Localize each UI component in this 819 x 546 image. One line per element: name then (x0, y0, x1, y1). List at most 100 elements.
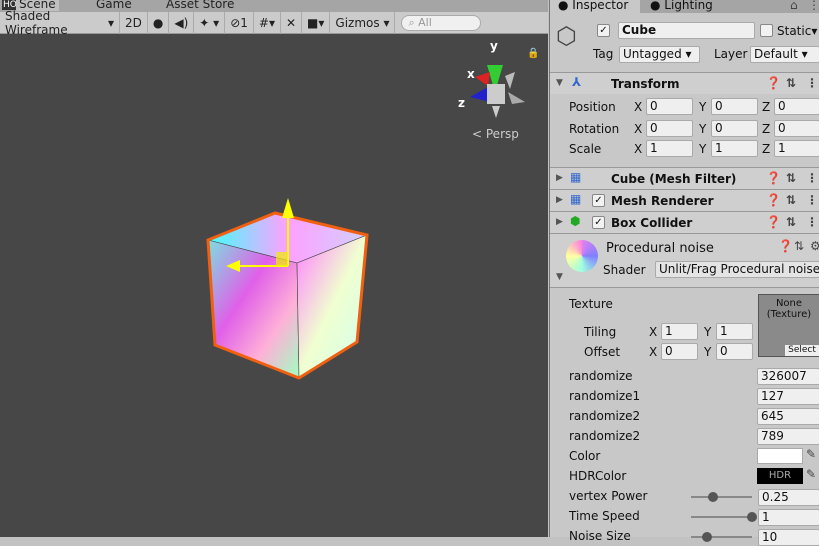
tag-dropdown[interactable]: Untagged ▾ (619, 46, 700, 63)
eyedropper-icon[interactable]: ✎ (806, 467, 816, 481)
shader-dropdown[interactable]: Unlit/Frag Procedural noise (655, 261, 819, 278)
preset-icon[interactable]: ⇅ (786, 171, 796, 185)
preset-icon[interactable]: ⇅ (794, 239, 804, 253)
color-label: Color (569, 449, 601, 463)
box-collider-header[interactable]: ▶ ⬢ ✓ Box Collider ❓ ⇅ ⋮ (550, 211, 819, 233)
more-icon[interactable]: ⋮ (806, 215, 818, 229)
offset-x-input[interactable]: 0 (661, 343, 698, 360)
tiling-y-input[interactable]: 1 (716, 323, 753, 340)
rotation-label: Rotation (569, 122, 620, 136)
position-z-input[interactable]: 0 (774, 98, 819, 115)
randomize2b-input[interactable]: 789 (757, 428, 819, 445)
scene-search-input[interactable]: ⌕ All (401, 14, 482, 31)
position-x-input[interactable]: 0 (646, 98, 693, 115)
2d-toggle[interactable]: 2D (120, 11, 148, 34)
static-checkbox[interactable] (760, 24, 773, 37)
static-dropdown[interactable]: Static▾ (777, 24, 817, 38)
grid-dropdown-icon[interactable]: #▾ (254, 11, 281, 34)
material-header[interactable]: ▼ Procedural noise ❓ ⇅ ⚙ Shader Unlit/Frag… (550, 233, 819, 288)
randomize1-input[interactable]: 127 (757, 388, 819, 405)
more-icon[interactable]: ⋮ (806, 193, 818, 207)
active-checkbox[interactable]: ✓ (597, 24, 610, 37)
scene-toolbar: Shaded Wireframe ▾ 2D ● ◀) ✦ ▾ ⊘ 1 #▾ ✕ ■▾… (0, 9, 548, 37)
randomize-label: randomize (569, 369, 633, 383)
static-label: Static (777, 24, 812, 38)
projection-toggle[interactable]: < Persp (472, 127, 519, 141)
shader-value: Unlit/Frag Procedural noise (659, 262, 819, 276)
texture-slot[interactable]: None (Texture) Select (758, 294, 819, 357)
randomize-input[interactable]: 326007 (757, 368, 819, 385)
tab-asset-store[interactable]: Asset Store (166, 0, 234, 11)
orientation-gizmo[interactable]: y x z 🔒 (458, 39, 539, 118)
slider-knob[interactable] (707, 492, 718, 502)
preset-icon[interactable]: ⇅ (786, 76, 796, 90)
help-icon[interactable]: ❓ (766, 171, 781, 185)
audio-toggle-icon[interactable]: ◀) (169, 11, 195, 34)
transform-header[interactable]: ▼ ⅄ Transform ❓ ⇅ ⋮ (550, 72, 819, 94)
effects-dropdown-icon[interactable]: ✦ ▾ (194, 11, 226, 34)
mesh-renderer-header[interactable]: ▶ ▦ ✓ Mesh Renderer ❓ ⇅ ⋮ (550, 189, 819, 211)
material-preview-icon (566, 240, 598, 272)
rotation-x-input[interactable]: 0 (646, 120, 693, 137)
help-icon[interactable]: ❓ (766, 76, 781, 90)
rotation-z-input[interactable]: 0 (774, 120, 819, 137)
hdr-color-swatch[interactable]: HDR (757, 468, 803, 484)
transform-icon: ⅄ (572, 75, 582, 89)
help-icon[interactable]: ❓ (766, 193, 781, 207)
hidden-count: 1 (240, 15, 248, 30)
scale-y-input[interactable]: 1 (711, 140, 758, 157)
slider-value-input[interactable]: 0.25 (758, 489, 819, 506)
tiling-x-input[interactable]: 1 (661, 323, 698, 340)
more-icon[interactable]: ⋮ (806, 171, 818, 185)
tab-inspector[interactable]: ● Inspector (550, 0, 640, 14)
slider-value-input[interactable]: 10 (758, 529, 819, 546)
hidden-objects-toggle[interactable]: ⊘ 1 (225, 11, 254, 34)
color-swatch[interactable] (757, 448, 803, 464)
position-y-input[interactable]: 0 (711, 98, 758, 115)
slider-knob[interactable] (747, 512, 757, 522)
preset-icon[interactable]: ⇅ (786, 215, 796, 229)
tab-lighting-label: Lighting (664, 0, 713, 12)
layer-dropdown[interactable]: Default ▾ (750, 46, 819, 63)
lighting-toggle-icon[interactable]: ● (148, 11, 170, 34)
mesh-renderer-checkbox[interactable]: ✓ (592, 194, 605, 207)
help-icon[interactable]: ❓ (778, 239, 793, 253)
box-collider-checkbox[interactable]: ✓ (592, 216, 605, 229)
slider-track[interactable] (691, 516, 752, 518)
draw-mode-dropdown[interactable]: Shaded Wireframe ▾ (0, 9, 120, 37)
position-row: Position X0 Y0 Z0 (550, 97, 819, 117)
gizmos-dropdown[interactable]: Gizmos ▾ (330, 11, 396, 34)
preset-icon[interactable]: ⇅ (786, 193, 796, 207)
scale-x-input[interactable]: 1 (646, 140, 693, 157)
slider-track[interactable] (691, 536, 752, 538)
slider-knob[interactable] (702, 532, 713, 542)
help-icon[interactable]: ❓ (766, 215, 781, 229)
lock-icon[interactable]: 🔒 (527, 47, 539, 59)
scale-row: Scale X1 Y1 Z1 (550, 139, 819, 159)
randomize2-input[interactable]: 645 (757, 408, 819, 425)
rotation-y-input[interactable]: 0 (711, 120, 758, 137)
lock-icon[interactable]: ⌂ (790, 0, 798, 12)
eyedropper-icon[interactable]: ✎ (806, 447, 816, 461)
x-axis-label: x (467, 67, 475, 81)
texture-select-button[interactable]: Select (785, 345, 819, 356)
tools-icon[interactable]: ✕ (281, 11, 303, 34)
tab-scene[interactable]: Scene (16, 0, 59, 11)
position-label: Position (569, 100, 616, 114)
slider-value-input[interactable]: 1 (758, 509, 819, 526)
offset-y-input[interactable]: 0 (716, 343, 753, 360)
camera-dropdown-icon[interactable]: ■▾ (302, 11, 331, 34)
slider-track[interactable] (691, 496, 752, 498)
mesh-filter-header[interactable]: ▶ ▦ Cube (Mesh Filter) ❓ ⇅ ⋮ (550, 167, 819, 189)
scene-view[interactable]: y x z 🔒 < Persp (0, 34, 548, 537)
object-name-input[interactable]: Cube (618, 22, 755, 39)
randomize1-label: randomize1 (569, 389, 641, 403)
z-axis-label: z (458, 96, 465, 110)
scale-z-input[interactable]: 1 (774, 140, 819, 157)
tab-lighting[interactable]: ● Lighting (650, 0, 713, 14)
slider-label: Noise Size (569, 529, 631, 543)
more-icon[interactable]: ⋮ (806, 76, 818, 90)
scene-canvas: y x z 🔒 < Persp (206, 39, 539, 380)
settings-icon[interactable]: ⚙ (810, 239, 819, 253)
menu-icon[interactable]: ⋮ (808, 0, 819, 12)
